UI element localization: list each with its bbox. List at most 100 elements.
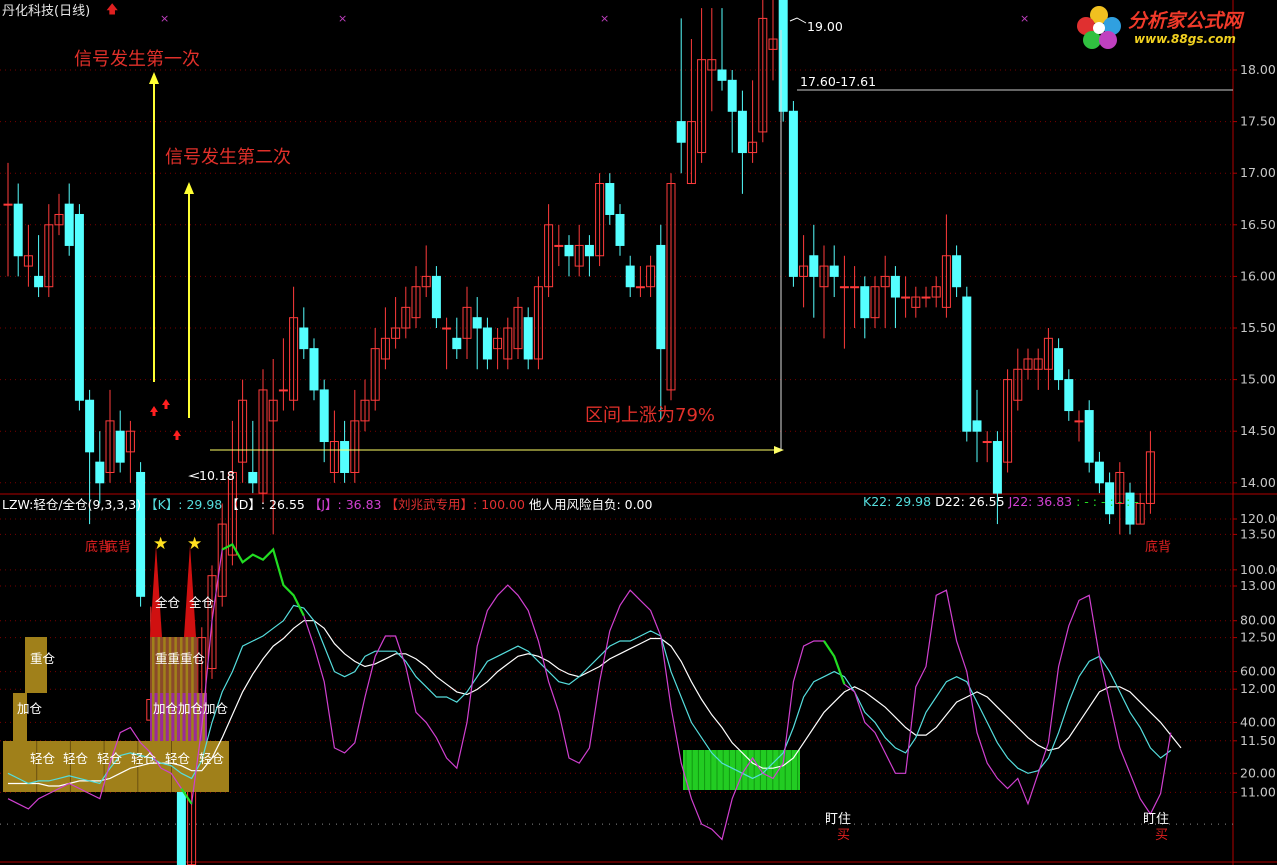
j22-value: J22: 36.83	[1008, 494, 1073, 509]
candle-body	[95, 461, 105, 484]
candle-body	[860, 286, 870, 319]
candle-body	[829, 265, 839, 277]
red-up-arrow-icon	[162, 399, 170, 409]
candle-body	[850, 286, 860, 289]
candle-body	[1094, 461, 1104, 484]
price-axis-label: 14.50	[1240, 423, 1276, 438]
candle-body	[809, 255, 819, 277]
candle-body	[839, 286, 849, 289]
candle-body	[901, 296, 911, 299]
site-logo: 分析家公式网 www.88gs.com	[1072, 2, 1272, 52]
price-axis-label: 18.00	[1240, 62, 1276, 77]
candle-body	[472, 317, 482, 329]
candle-body	[1074, 420, 1084, 423]
full-position-spike-1	[150, 545, 162, 637]
indicator-name: LZW:轻仓/全仓(9,3,3,3)	[2, 497, 142, 512]
candle-body	[13, 203, 23, 257]
liu-label: 【刘兆武专用】	[385, 497, 474, 512]
price-axis-label: 17.50	[1240, 114, 1276, 129]
add-position-label: 加仓	[17, 701, 43, 716]
chart-window[interactable]: 18.00 17.50 17.00 16.50 16.00 15.50 15.00 14.50…	[0, 0, 1277, 865]
low-pointer	[188, 472, 200, 479]
star-icon: ★	[153, 534, 169, 554]
indicator-axis-label: 100.00	[1240, 562, 1277, 577]
d-label: 【D】	[226, 497, 261, 512]
light-position-label: 轻仓	[30, 751, 56, 766]
flower-logo-icon	[1077, 6, 1121, 49]
candle-body	[625, 265, 635, 288]
price-axis-label: 16.00	[1240, 268, 1276, 283]
price-axis-label: 13.50	[1240, 526, 1276, 541]
candle-body	[635, 286, 645, 289]
indicator-axis-label: 60.00	[1240, 664, 1276, 679]
candle-body	[74, 213, 84, 401]
candle-body	[176, 791, 186, 865]
buy-label: 买	[1155, 828, 1169, 843]
candle-body	[778, 0, 788, 112]
candle-body	[136, 471, 146, 597]
candle-body	[890, 275, 900, 298]
price-axis-label: 16.50	[1240, 217, 1276, 232]
j-label: 【J】	[308, 497, 338, 512]
candle-body	[34, 275, 44, 288]
candle-body	[788, 110, 798, 277]
signal-arrowhead-1	[149, 72, 159, 84]
red-up-arrow-icon	[173, 430, 181, 440]
star-icon: ★	[187, 534, 203, 554]
candle-body	[309, 348, 319, 391]
price-axis-label: 12.50	[1240, 630, 1276, 645]
price-axis-label: 12.00	[1240, 681, 1276, 696]
candle-body	[85, 399, 95, 453]
title-arrow-icon: 🡅	[106, 2, 119, 16]
full-position-label: 全仓	[189, 595, 215, 610]
light-position-label: 轻仓	[199, 751, 225, 766]
risk-text: 他人用风险自负: 0.00	[528, 497, 653, 512]
range-arrowhead	[774, 446, 784, 454]
indicator-bar-right: K22: 29.98 D22: 26.55 J22: 36.83 : - : -…	[863, 494, 1139, 509]
candle-body	[115, 430, 125, 463]
candle-body	[952, 255, 962, 288]
candle-body	[3, 203, 13, 206]
high-pointer	[789, 17, 807, 24]
candle-body	[554, 244, 564, 247]
light-position-label: 轻仓	[97, 751, 123, 766]
indicator-bar: LZW:轻仓/全仓(9,3,3,3) 【K】: 29.98 【D】: 26.55…	[2, 494, 652, 513]
candle-body	[299, 327, 309, 350]
k-value: : 29.98	[178, 497, 223, 512]
k-label: 【K】	[145, 497, 179, 512]
period-marker: ×	[1020, 12, 1029, 25]
full-position-spike-2	[184, 545, 196, 637]
signal-first-label: 信号发生第一次	[74, 49, 200, 70]
liu-value: : 100.00	[473, 497, 525, 512]
dash-values: : - : - : - : -	[1076, 494, 1139, 509]
chart-canvas[interactable]: 18.00 17.50 17.00 16.50 16.00 15.50 15.00 14.50…	[0, 0, 1277, 865]
k22-value: K22: 29.98	[863, 494, 932, 509]
candle-body	[717, 69, 727, 81]
candle-body	[523, 317, 533, 360]
j-oversold-highlight	[823, 640, 846, 685]
candle-body	[676, 121, 686, 143]
candle-body	[656, 244, 666, 350]
j-value: : 36.83	[337, 497, 382, 512]
candle-body	[972, 420, 982, 432]
buy-label: 买	[837, 828, 851, 843]
price-axis-label: 11.00	[1240, 784, 1276, 799]
price-axis-label: 17.00	[1240, 165, 1276, 180]
red-up-arrow-icon	[150, 406, 158, 416]
candle-body	[431, 275, 441, 319]
candle-body	[992, 441, 1002, 494]
logo-url: www.88gs.com	[1134, 32, 1236, 46]
price-axis-label: 11.50	[1240, 733, 1276, 748]
candle-body	[962, 296, 972, 432]
window-title: 丹化科技(日线)	[2, 4, 91, 19]
period-marker: ×	[338, 12, 347, 25]
heavy-position-triple-label: 重重重仓	[155, 651, 206, 666]
indicator-axis-label: 40.00	[1240, 714, 1276, 729]
d22-value: D22: 26.55	[935, 494, 1005, 509]
candle-body	[1064, 379, 1074, 412]
candle-body	[564, 244, 574, 257]
indicator-axis-label: 80.00	[1240, 613, 1276, 628]
target-line-label: 17.60-17.61	[800, 74, 877, 89]
light-position-label: 轻仓	[131, 751, 157, 766]
divergence-label-right: 底背	[1145, 540, 1172, 555]
